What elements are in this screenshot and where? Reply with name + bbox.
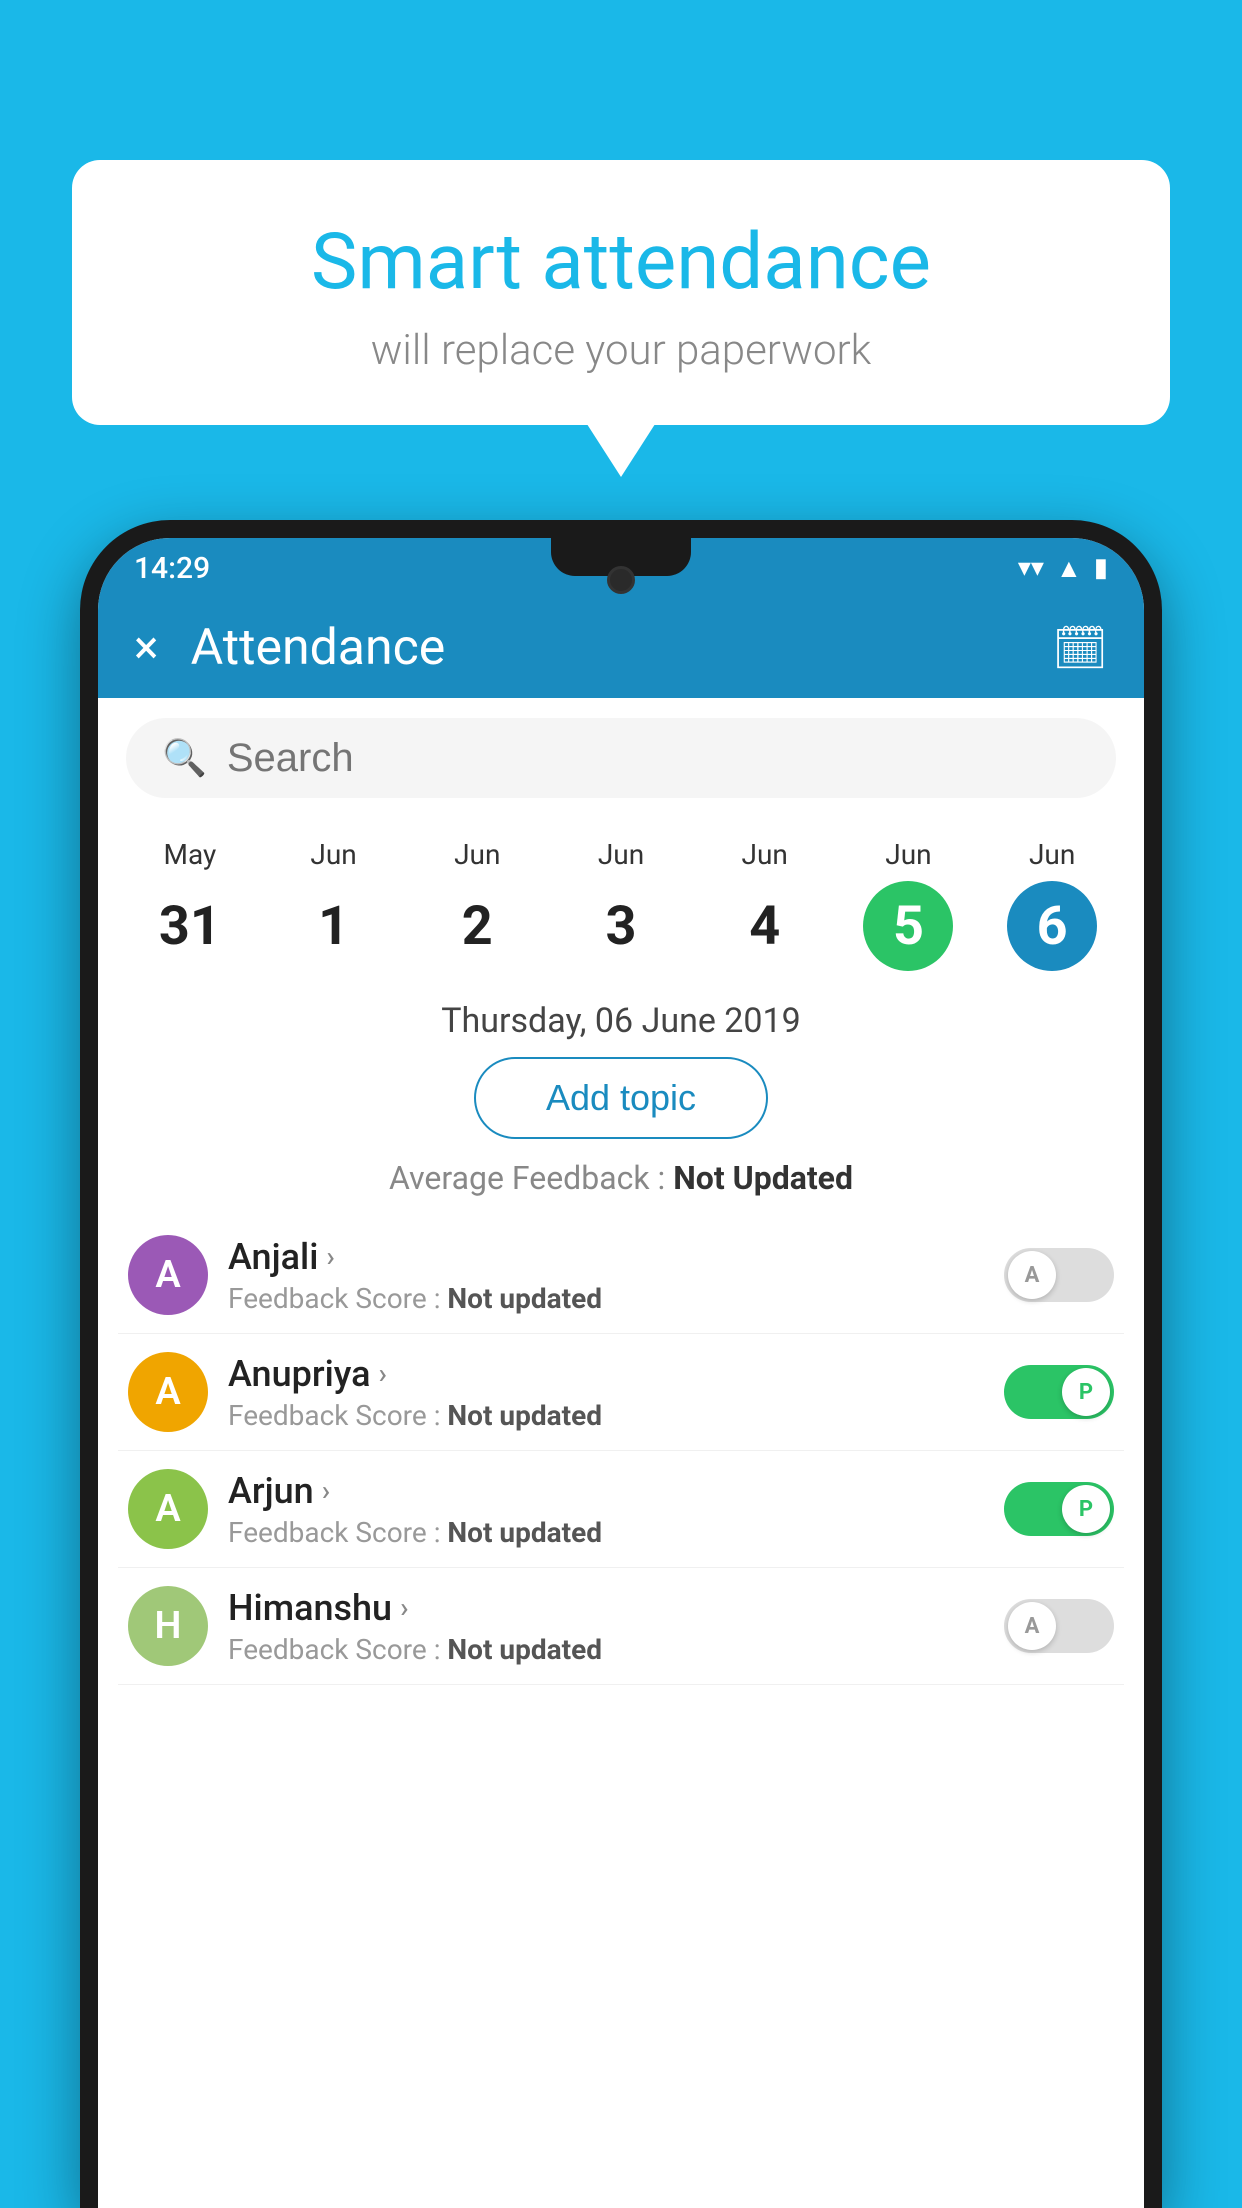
student-list: AAnjali ›Feedback Score : Not updatedAAA… <box>98 1217 1144 1685</box>
date-item[interactable]: Jun 1 <box>262 828 406 981</box>
search-icon: 🔍 <box>162 737 207 779</box>
speech-bubble: Smart attendance will replace your paper… <box>72 160 1170 425</box>
student-name[interactable]: Anupriya › <box>228 1353 984 1395</box>
date-month: Jun <box>1029 838 1075 871</box>
toggle-knob: A <box>1008 1602 1056 1650</box>
date-strip: May 31 Jun 1 Jun 2 Jun 3 Jun 4 Jun 5 Jun 6 <box>98 818 1144 981</box>
toggle-knob: A <box>1008 1251 1056 1299</box>
date-item[interactable]: Jun 5 <box>837 828 981 981</box>
date-month: Jun <box>885 838 931 871</box>
status-time: 14:29 <box>134 551 210 586</box>
date-number[interactable]: 4 <box>720 881 810 971</box>
student-name[interactable]: Himanshu › <box>228 1587 984 1629</box>
toggle-wrap[interactable]: A <box>1004 1599 1114 1653</box>
bubble-title: Smart attendance <box>132 220 1110 306</box>
date-number[interactable]: 31 <box>145 881 235 971</box>
search-input[interactable] <box>227 736 1080 781</box>
date-month: Jun <box>598 838 644 871</box>
avatar: A <box>128 1235 208 1315</box>
chevron-icon: › <box>379 1357 387 1390</box>
date-month: May <box>164 838 217 871</box>
status-icons: ▾▾ ▲ ▮ <box>1018 553 1108 584</box>
avg-feedback-label: Average Feedback : <box>389 1159 673 1197</box>
student-item: A Arjun › Feedback Score : Not updated P <box>118 1451 1124 1568</box>
bubble-subtitle: will replace your paperwork <box>132 326 1110 375</box>
student-info: Arjun › Feedback Score : Not updated <box>228 1470 984 1549</box>
student-item: A Anjali › Feedback Score : Not updated A <box>118 1217 1124 1334</box>
toggle-knob: P <box>1062 1485 1110 1533</box>
date-number[interactable]: 6 <box>1007 881 1097 971</box>
student-name[interactable]: Anjali › <box>228 1236 984 1278</box>
battery-icon: ▮ <box>1094 553 1108 583</box>
student-feedback: Feedback Score : Not updated <box>228 1399 984 1432</box>
date-item[interactable]: Jun 6 <box>980 828 1124 981</box>
add-topic-button[interactable]: Add topic <box>474 1057 768 1139</box>
phone-screen: 14:29 ▾▾ ▲ ▮ × Attendance 🗓 🔍 May31Jun1J… <box>98 538 1144 2208</box>
date-item[interactable]: Jun 3 <box>549 828 693 981</box>
date-month: Jun <box>310 838 356 871</box>
phone-camera <box>607 566 635 594</box>
avg-feedback: Average Feedback : Not Updated <box>98 1159 1144 1197</box>
chevron-icon: › <box>400 1591 408 1624</box>
student-feedback: Feedback Score : Not updated <box>228 1282 984 1315</box>
phone-notch <box>551 538 691 576</box>
student-feedback: Feedback Score : Not updated <box>228 1633 984 1666</box>
signal-icon: ▲ <box>1056 553 1082 584</box>
student-info: Anjali › Feedback Score : Not updated <box>228 1236 984 1315</box>
close-button[interactable]: × <box>134 621 159 675</box>
student-info: Anupriya › Feedback Score : Not updated <box>228 1353 984 1432</box>
student-item: A Anupriya › Feedback Score : Not updated P <box>118 1334 1124 1451</box>
date-number[interactable]: 5 <box>863 881 953 971</box>
date-number[interactable]: 3 <box>576 881 666 971</box>
avatar: H <box>128 1586 208 1666</box>
student-info: Himanshu › Feedback Score : Not updated <box>228 1587 984 1666</box>
chevron-icon: › <box>322 1474 330 1507</box>
date-number[interactable]: 1 <box>289 881 379 971</box>
date-number[interactable]: 2 <box>432 881 522 971</box>
calendar-icon[interactable]: 🗓 <box>1052 622 1108 674</box>
avatar: A <box>128 1352 208 1432</box>
student-feedback: Feedback Score : Not updated <box>228 1516 984 1549</box>
toggle-wrap[interactable]: P <box>1004 1482 1114 1536</box>
toggle-wrap[interactable]: A <box>1004 1248 1114 1302</box>
toggle-knob: P <box>1062 1368 1110 1416</box>
app-bar: × Attendance 🗓 <box>98 598 1144 698</box>
toggle-wrap[interactable]: P <box>1004 1365 1114 1419</box>
attendance-toggle[interactable]: P <box>1004 1365 1114 1419</box>
attendance-toggle[interactable]: A <box>1004 1248 1114 1302</box>
student-item: H Himanshu › Feedback Score : Not updated A <box>118 1568 1124 1685</box>
phone-frame: 14:29 ▾▾ ▲ ▮ × Attendance 🗓 🔍 May31Jun1J… <box>80 520 1162 2208</box>
attendance-toggle[interactable]: P <box>1004 1482 1114 1536</box>
student-name[interactable]: Arjun › <box>228 1470 984 1512</box>
date-month: Jun <box>454 838 500 871</box>
selected-date-label: Thursday, 06 June 2019 <box>98 1001 1144 1041</box>
chevron-icon: › <box>326 1240 334 1273</box>
wifi-icon: ▾▾ <box>1018 553 1044 583</box>
date-month: Jun <box>742 838 788 871</box>
app-bar-title: Attendance <box>191 619 1021 677</box>
date-item[interactable]: Jun 4 <box>693 828 837 981</box>
attendance-toggle[interactable]: A <box>1004 1599 1114 1653</box>
date-item[interactable]: May 31 <box>118 828 262 981</box>
avatar: A <box>128 1469 208 1549</box>
search-bar[interactable]: 🔍 <box>126 718 1116 798</box>
avg-feedback-value: Not Updated <box>673 1159 853 1197</box>
date-item[interactable]: Jun 2 <box>405 828 549 981</box>
